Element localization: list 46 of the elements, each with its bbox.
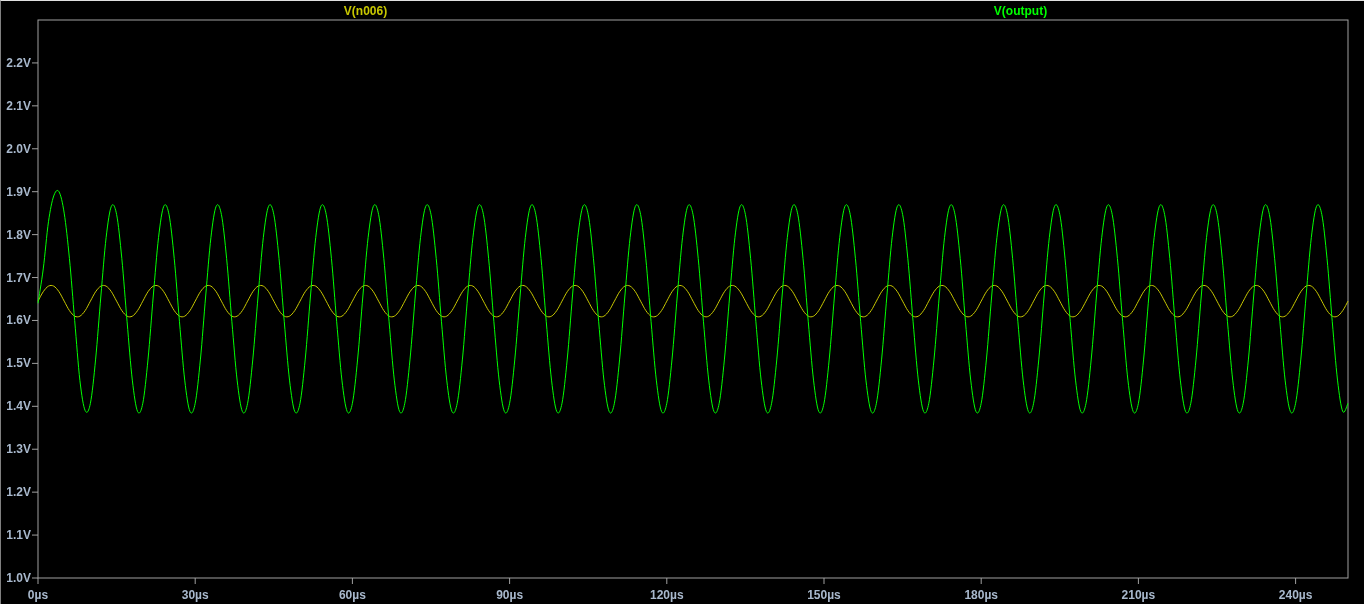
y-tick-label: 1.8V (6, 227, 31, 242)
x-tick-mark (194, 577, 196, 585)
x-tick-mark (1137, 577, 1139, 585)
x-tick-label: 30µs (181, 588, 209, 602)
y-tick-label: 1.2V (6, 485, 31, 500)
trace-legend-label[interactable]: V(n006) (343, 4, 388, 18)
y-tick-mark (31, 362, 39, 364)
y-tick-label: 1.0V (6, 571, 31, 585)
x-tick-mark (980, 577, 982, 585)
y-tick-label: 1.5V (6, 356, 31, 371)
y-tick-mark (31, 577, 39, 579)
y-tick-label: 1.6V (6, 313, 31, 328)
y-tick-mark (31, 277, 39, 279)
y-tick-label: 2.1V (6, 98, 31, 113)
trace-legend-label[interactable]: V(output) (993, 4, 1048, 18)
x-tick-label: 60µs (338, 588, 366, 602)
x-tick-mark (666, 577, 668, 585)
x-tick-label: 90µs (496, 588, 524, 602)
y-tick-label: 2.2V (6, 55, 31, 70)
y-tick-mark (31, 234, 39, 236)
x-tick-mark (1295, 577, 1297, 585)
y-tick-label: 1.4V (6, 399, 31, 414)
y-tick-mark (31, 105, 39, 107)
y-tick-label: 1.3V (6, 442, 31, 457)
x-tick-mark (37, 577, 39, 585)
x-tick-label: 210µs (1121, 588, 1156, 602)
y-tick-label: 1.1V (6, 528, 31, 543)
x-tick-label: 150µs (807, 588, 841, 602)
y-tick-mark (31, 534, 39, 536)
x-tick-label: 180µs (964, 588, 998, 602)
x-tick-label: 240µs (1278, 588, 1313, 602)
y-tick-label: 2.0V (6, 141, 31, 156)
y-tick-mark (31, 491, 39, 493)
y-tick-mark (31, 191, 39, 193)
y-tick-mark (31, 62, 39, 64)
y-tick-mark (31, 319, 39, 321)
y-tick-label: 1.7V (6, 270, 31, 285)
x-tick-label: 0µs (27, 588, 49, 602)
y-tick-mark (31, 448, 39, 450)
y-tick-mark (31, 405, 39, 407)
x-tick-mark (351, 577, 353, 585)
x-tick-mark (823, 577, 825, 585)
x-tick-mark (509, 577, 511, 585)
y-tick-mark (31, 148, 39, 150)
x-tick-label: 120µs (650, 588, 684, 602)
y-tick-label: 1.9V (6, 184, 31, 199)
